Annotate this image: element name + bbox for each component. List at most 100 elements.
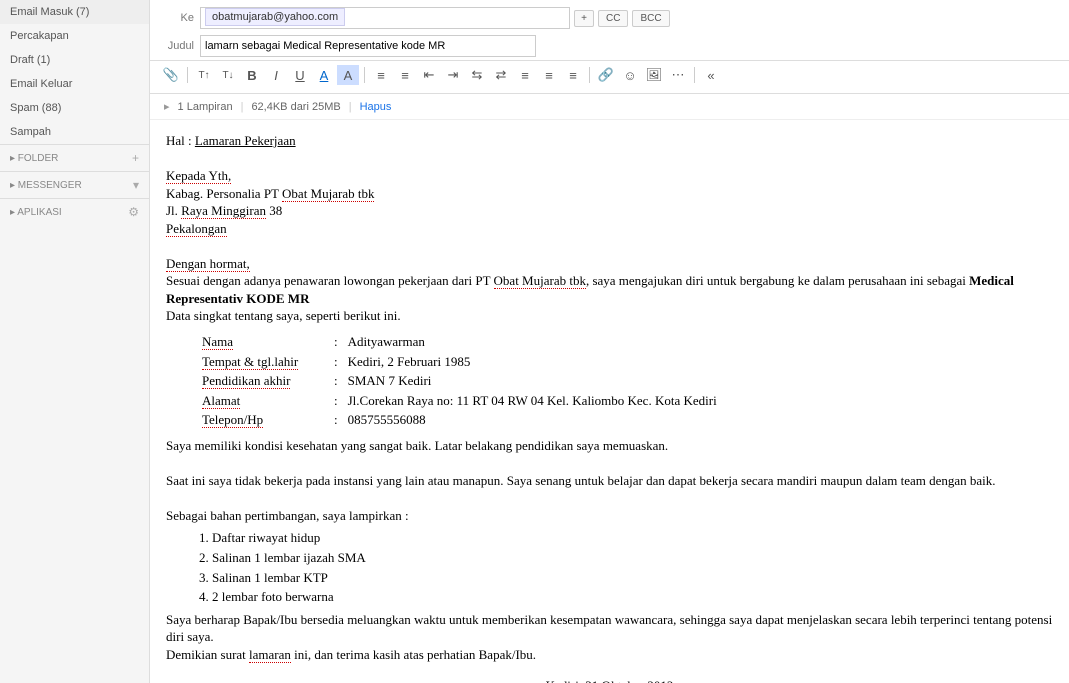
personal-table: Nama:AdityawarmanTempat & tgl.lahir:Kedi… [196,331,723,431]
table-row: Alamat:Jl.Corekan Raya no: 11 RT 04 RW 0… [198,392,721,410]
p7b: lamaran [249,647,291,663]
font-inc-icon[interactable]: T↑ [193,65,215,85]
sidebar-item[interactable]: Email Masuk (7) [0,0,149,24]
p7c: ini, dan terima kasih atas perhatian Bap… [291,647,536,662]
separator [589,67,590,83]
row-key: Telepon/Hp [198,411,328,429]
table-row: Nama:Adityawarman [198,333,721,351]
main: Ke obatmujarab@yahoo.com + CC BCC Judul … [150,0,1069,683]
p3: Saya memiliki kondisi kesehatan yang san… [166,437,1053,455]
separator [187,67,188,83]
font-color-icon[interactable]: A [313,65,335,85]
row-key: Nama [198,333,328,351]
subject-label: Judul [160,40,200,52]
section-action-icon[interactable]: + [132,151,139,165]
row-key: Pendidikan akhir [198,372,328,390]
p4: Saat ini saya tidak bekerja pada instans… [166,472,1053,490]
p1c: , saya mengajukan diri untuk bergabung k… [586,273,969,288]
collapse-icon[interactable]: « [700,65,722,85]
kabag-company: Obat Mujarab tbk [282,186,374,202]
sidebar-section[interactable]: ▸ FOLDER + [0,144,149,171]
rtl-icon[interactable]: ⇄ [490,65,512,85]
align-center-icon[interactable]: ≡ [538,65,560,85]
more-icon[interactable]: ⋯ [667,65,689,85]
hal-text: Lamaran Pekerjaan [195,133,296,148]
city: Pekalongan [166,221,227,237]
ol-icon[interactable]: ≡ [394,65,416,85]
row-sep: : [330,392,342,410]
email-body[interactable]: Hal : Lamaran Pekerjaan Kepada Yth, Kaba… [150,120,1069,683]
row-value: 085755556088 [344,411,721,429]
row-value: Adityawarman [344,333,721,351]
sidebar-item[interactable]: Email Keluar [0,72,149,96]
indent-icon[interactable]: ⇥ [442,65,464,85]
separator [364,67,365,83]
sidebar: Email Masuk (7)PercakapanDraft (1)Email … [0,0,150,683]
font-dec-icon[interactable]: T↓ [217,65,239,85]
bcc-button[interactable]: BCC [632,10,669,27]
list-item: Daftar riwayat hidup [212,528,1053,548]
row-value: SMAN 7 Kediri [344,372,721,390]
sidebar-section[interactable]: ▸ MESSENGER▾ [0,171,149,198]
italic-icon[interactable]: I [265,65,287,85]
p2: Data singkat tentang saya, seperti berik… [166,308,401,323]
separator: | [241,101,244,113]
separator [694,67,695,83]
section-action-icon[interactable]: ▾ [133,178,139,192]
row-key: Tempat & tgl.lahir [198,353,328,371]
attachment-bar: ▸ 1 Lampiran | 62,4KB dari 25MB | Hapus [150,94,1069,120]
list-item: Salinan 1 lembar KTP [212,568,1053,588]
caret-icon[interactable]: ▸ [164,100,170,113]
highlight-icon[interactable]: A [337,65,359,85]
p7a: Demikian surat [166,647,249,662]
jl-prefix: Jl. [166,203,181,218]
sig-date: Kediri, 31 Oktober 2012 [166,677,1053,683]
align-left-icon[interactable]: ≡ [514,65,536,85]
emoji-icon[interactable]: ☺ [619,65,641,85]
hormat: Dengan hormat, [166,256,250,272]
list-item: Salinan 1 lembar ijazah SMA [212,548,1053,568]
ul-icon[interactable]: ≡ [370,65,392,85]
row-value: Jl.Corekan Raya no: 11 RT 04 RW 04 Kel. … [344,392,721,410]
link-icon[interactable]: 🔗 [595,65,617,85]
section-action-icon[interactable]: ⚙ [128,205,139,219]
compose-header: Ke obatmujarab@yahoo.com + CC BCC Judul … [150,0,1069,94]
p1b: Obat Mujarab tbk [494,273,586,289]
table-row: Pendidikan akhir:SMAN 7 Kediri [198,372,721,390]
row-key: Alamat [198,392,328,410]
subject-input[interactable] [200,35,536,57]
separator: | [349,101,352,113]
sidebar-item[interactable]: Draft (1) [0,48,149,72]
row-sep: : [330,353,342,371]
p1a: Sesuai dengan adanya penawaran lowongan … [166,273,494,288]
sidebar-item[interactable]: Percakapan [0,24,149,48]
row-sep: : [330,411,342,429]
bold-icon[interactable]: B [241,65,263,85]
sidebar-item[interactable]: Spam (88) [0,96,149,120]
to-input[interactable]: obatmujarab@yahoo.com [200,7,570,29]
outdent-icon[interactable]: ⇤ [418,65,440,85]
kepada: Kepada Yth, [166,168,231,184]
jl-num: 38 [266,203,282,218]
section-label: ▸ FOLDER [10,153,58,164]
cc-button[interactable]: CC [598,10,628,27]
section-label: ▸ APLIKASI [10,207,62,218]
add-recipient-button[interactable]: + [574,10,594,27]
p6: Saya berharap Bapak/Ibu bersedia meluang… [166,611,1053,646]
recipient-chip[interactable]: obatmujarab@yahoo.com [205,8,345,26]
underline-icon[interactable]: U [289,65,311,85]
format-toolbar: 📎 T↑ T↓ B I U A A ≡ ≡ ⇤ ⇥ ⇆ ⇄ ≡ ≡ ≡ [150,60,1069,89]
table-row: Telepon/Hp:085755556088 [198,411,721,429]
ltr-icon[interactable]: ⇆ [466,65,488,85]
sidebar-section[interactable]: ▸ APLIKASI ⚙ [0,198,149,225]
sidebar-item[interactable]: Sampah [0,120,149,144]
attachment-count: 1 Lampiran [178,101,233,113]
jl-street: Raya Minggiran [181,203,266,219]
attach-icon[interactable]: 📎 [160,65,182,85]
align-right-icon[interactable]: ≡ [562,65,584,85]
hal-prefix: Hal : [166,133,195,148]
image-icon[interactable]: 🖼 [643,65,665,85]
to-label: Ke [160,12,200,24]
table-row: Tempat & tgl.lahir:Kediri, 2 Februari 19… [198,353,721,371]
remove-attachment-link[interactable]: Hapus [360,101,392,113]
